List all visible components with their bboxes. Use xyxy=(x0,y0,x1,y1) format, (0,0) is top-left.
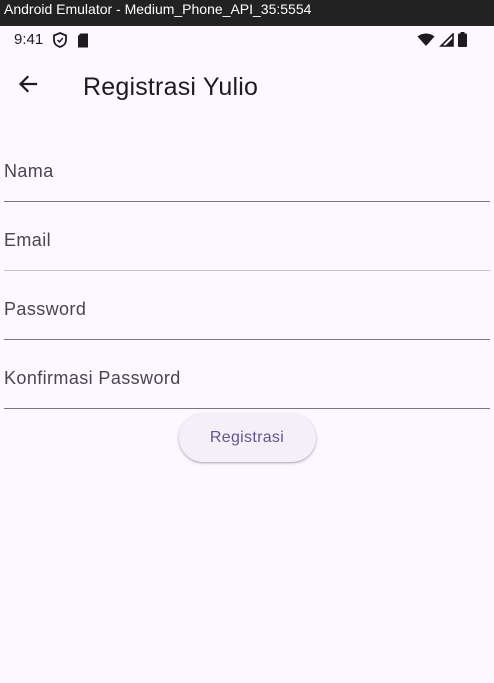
battery-icon xyxy=(458,32,467,51)
submit-wrap: Registrasi xyxy=(0,414,494,462)
arrow-left-icon xyxy=(16,72,40,101)
wifi-icon xyxy=(417,33,435,51)
app-bar: Registrasi Yulio xyxy=(0,54,494,124)
status-time: 9:41 xyxy=(14,31,44,48)
password-input[interactable] xyxy=(4,280,490,339)
back-button[interactable] xyxy=(8,66,48,106)
shield-icon xyxy=(53,32,67,52)
nama-input[interactable] xyxy=(4,142,490,201)
konfirmasi-password-field[interactable] xyxy=(4,349,490,409)
emulator-window-title: Android Emulator - Medium_Phone_API_35:5… xyxy=(0,0,494,26)
status-left-icons xyxy=(53,32,89,52)
konfirmasi-password-input[interactable] xyxy=(4,349,490,408)
page-title: Registrasi Yulio xyxy=(83,73,259,101)
signal-icon xyxy=(439,31,454,51)
status-bar: 9:41 xyxy=(0,26,494,54)
registrasi-button[interactable]: Registrasi xyxy=(178,414,316,462)
email-field[interactable] xyxy=(4,211,490,271)
password-field[interactable] xyxy=(4,280,490,340)
status-right-icons xyxy=(417,31,467,51)
nama-field[interactable] xyxy=(4,142,490,202)
email-input[interactable] xyxy=(4,211,490,270)
phone-screen: 9:41 Registrasi Yulio Nama Email Registr… xyxy=(0,26,494,683)
sd-card-icon xyxy=(77,33,89,52)
